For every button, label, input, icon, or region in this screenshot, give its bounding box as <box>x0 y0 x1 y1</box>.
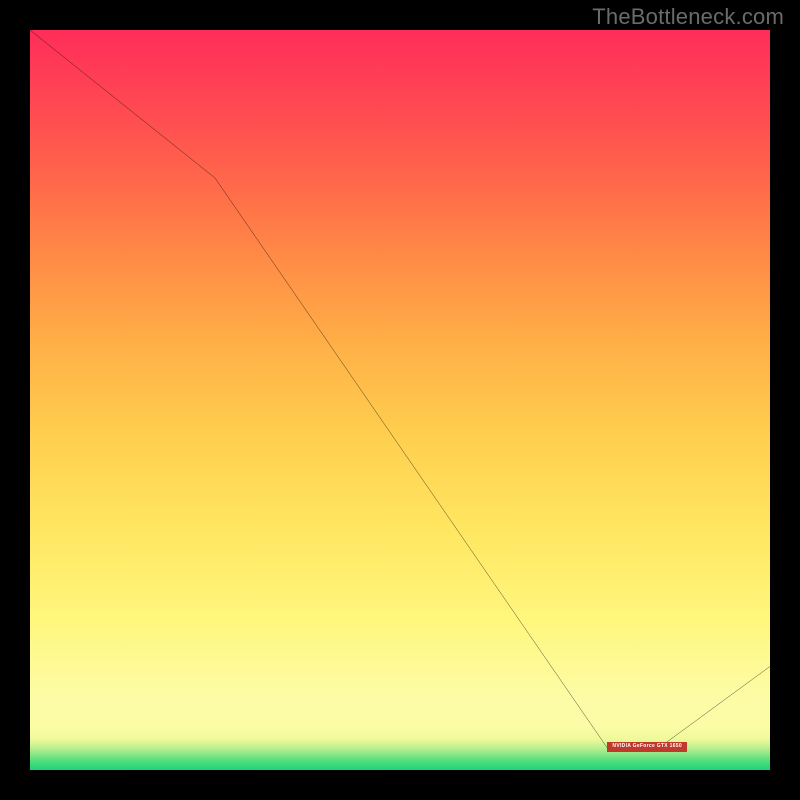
gpu-marker-label: NVIDIA GeForce GTX 1650 <box>607 742 687 752</box>
bottleneck-curve <box>30 30 770 770</box>
attribution-text: TheBottleneck.com <box>592 4 784 30</box>
plot-area: NVIDIA GeForce GTX 1650 <box>30 30 770 770</box>
chart-root: TheBottleneck.com NVIDIA GeForce GTX 165… <box>0 0 800 800</box>
